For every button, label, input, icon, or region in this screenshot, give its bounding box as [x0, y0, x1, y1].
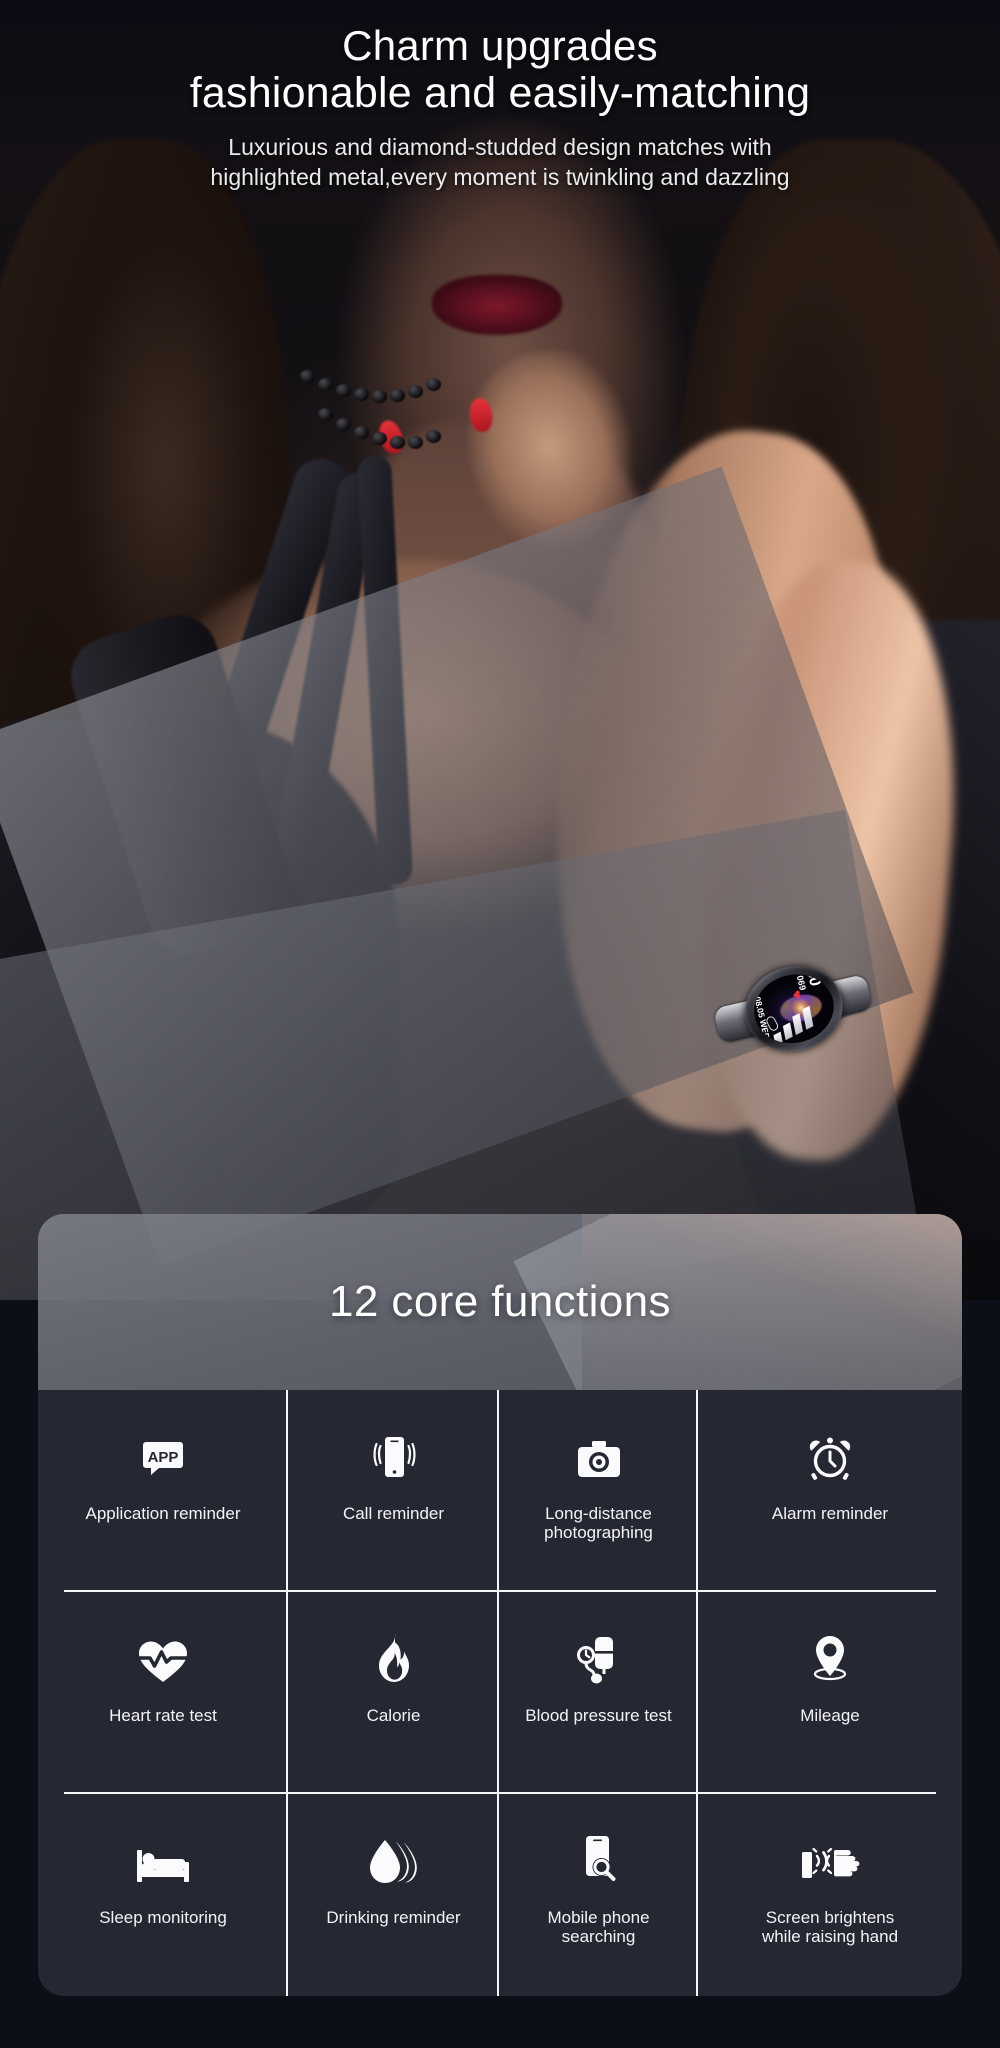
function-label: Long-distance photographing — [544, 1504, 653, 1543]
function-cell-call-reminder[interactable]: Call reminder — [288, 1390, 499, 1592]
function-label: Sleep monitoring — [99, 1908, 227, 1927]
page-subtitle: Luxurious and diamond-studded design mat… — [0, 133, 1000, 192]
title-line-2: fashionable and easily-matching — [189, 69, 811, 118]
page-footer-spacer — [0, 1996, 1000, 2048]
phone-search-icon — [576, 1828, 622, 1886]
function-label: Screen brightens while raising hand — [761, 1908, 899, 1947]
function-cell-heart-rate-test[interactable]: Heart rate test — [38, 1592, 288, 1794]
functions-grid: APP Application reminder Call reminder L… — [38, 1390, 962, 1996]
function-cell-calorie[interactable]: Calorie — [288, 1592, 499, 1794]
water-drop-icon — [367, 1828, 421, 1886]
function-cell-drinking-reminder[interactable]: Drinking reminder — [288, 1794, 499, 1996]
app-reminder-icon: APP — [139, 1424, 187, 1482]
alarm-clock-icon — [805, 1424, 855, 1482]
function-cell-mileage[interactable]: Mileage — [698, 1592, 962, 1794]
map-pin-icon — [805, 1626, 855, 1684]
raise-hand-icon — [800, 1828, 860, 1886]
call-reminder-icon — [370, 1424, 418, 1482]
svg-text:APP: APP — [148, 1449, 179, 1466]
flame-icon — [371, 1626, 417, 1684]
hero-text-block: Charm upgrades fashionable and easily-ma… — [0, 0, 1000, 192]
function-cell-alarm-reminder[interactable]: Alarm reminder — [698, 1390, 962, 1592]
function-label: Blood pressure test — [525, 1706, 672, 1725]
function-cell-mobile-phone-searching[interactable]: Mobile phone searching — [499, 1794, 698, 1996]
core-functions-title: 12 core functions — [329, 1277, 671, 1326]
core-functions-panel: 12 core functions APP Application remind… — [38, 1214, 962, 1996]
model-lips — [432, 275, 562, 335]
blood-pressure-icon — [575, 1626, 623, 1684]
page-title: Charm upgrades fashionable and easily-ma… — [0, 0, 1000, 117]
hero-photo — [0, 0, 1000, 1300]
function-cell-sleep-monitoring[interactable]: Sleep monitoring — [38, 1794, 288, 1996]
function-label: Calorie — [366, 1706, 421, 1725]
subtitle-line-1: Luxurious and diamond-studded design mat… — [228, 134, 772, 161]
function-label: Alarm reminder — [771, 1504, 889, 1523]
heart-rate-icon — [137, 1626, 189, 1684]
sleep-bed-icon — [135, 1828, 191, 1886]
core-functions-header: 12 core functions — [38, 1214, 962, 1531]
function-cell-application-reminder[interactable]: APP Application reminder — [38, 1390, 288, 1592]
function-cell-blood-pressure-test[interactable]: Blood pressure test — [499, 1592, 698, 1794]
product-page: Charm upgrades fashionable and easily-ma… — [0, 0, 1000, 2048]
watch-screen: 08.05 WED 069 20:30 — [747, 966, 841, 1051]
function-label: Call reminder — [342, 1504, 445, 1523]
function-cell-screen-brightens-raising-hand[interactable]: Screen brightens while raising hand — [698, 1794, 962, 1996]
camera-icon — [574, 1424, 624, 1482]
function-cell-long-distance-photographing[interactable]: Long-distance photographing — [499, 1390, 698, 1592]
function-label: Drinking reminder — [326, 1908, 461, 1927]
watch-bezel: 08.05 WED 069 20:30 — [736, 956, 852, 1061]
title-line-1: Charm upgrades — [342, 22, 658, 69]
function-label: Mobile phone searching — [547, 1908, 650, 1947]
function-label: Heart rate test — [109, 1706, 217, 1725]
subtitle-line-2: highlighted metal,every moment is twinkl… — [210, 163, 790, 190]
function-label: Mileage — [800, 1706, 860, 1725]
function-label: Application reminder — [85, 1504, 241, 1523]
